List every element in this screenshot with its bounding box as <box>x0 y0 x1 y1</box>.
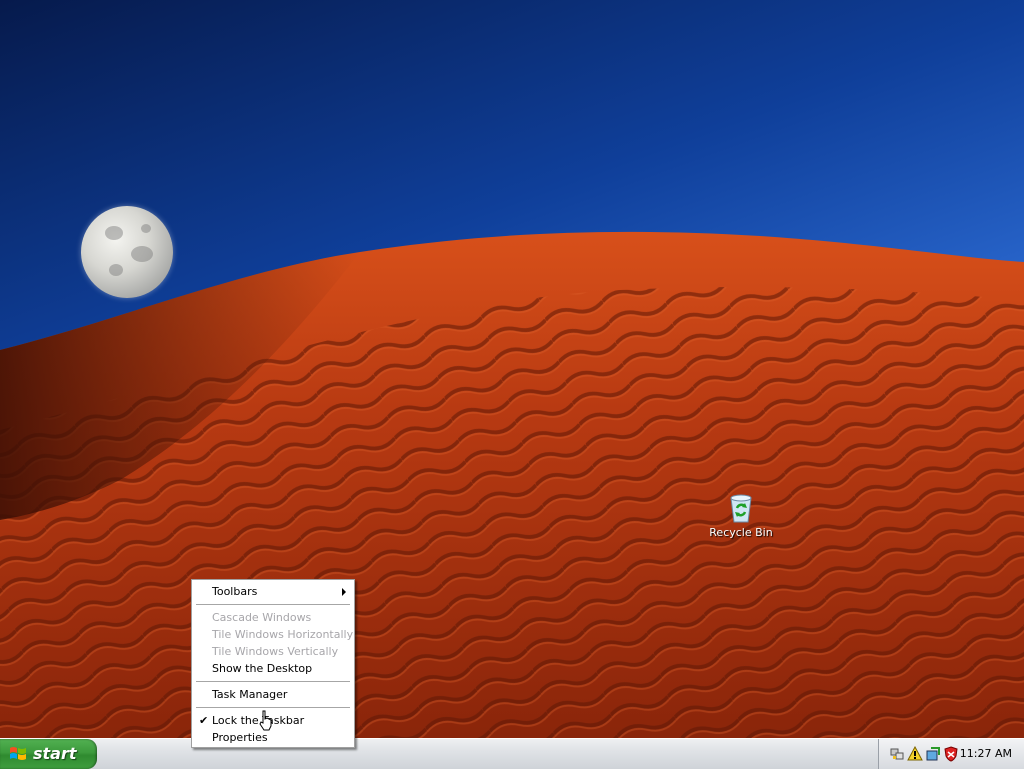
taskbar-context-menu: Toolbars Cascade Windows Tile Windows Ho… <box>191 579 355 748</box>
clock[interactable]: 11:27 AM <box>960 747 1012 760</box>
menu-item-label: Show the Desktop <box>212 662 313 675</box>
checkmark-icon: ✔ <box>199 714 209 727</box>
start-button[interactable]: start <box>0 739 97 769</box>
menu-separator <box>196 681 350 682</box>
updates-icon[interactable] <box>925 746 941 762</box>
wallpaper <box>0 231 1024 738</box>
shield-icon[interactable] <box>943 746 959 762</box>
desktop[interactable]: Recycle Bin <box>0 0 1024 738</box>
menu-item-label: Tile Windows Horizontally <box>212 628 354 641</box>
mouse-cursor-icon <box>259 710 272 731</box>
security-alert-icon[interactable] <box>907 746 923 762</box>
menu-item-task-manager[interactable]: Task Manager <box>194 686 352 703</box>
network-icon[interactable] <box>889 746 905 762</box>
menu-item-properties[interactable]: Properties <box>194 729 352 746</box>
menu-item-tile-vertically: Tile Windows Vertically <box>194 643 352 660</box>
system-tray: 11:27 AM <box>878 739 1024 769</box>
windows-logo-icon <box>10 747 26 760</box>
menu-item-label: Toolbars <box>212 585 258 598</box>
menu-item-toolbars[interactable]: Toolbars <box>194 583 352 600</box>
desktop-icon-recycle-bin[interactable]: Recycle Bin <box>706 492 776 539</box>
menu-item-show-desktop[interactable]: Show the Desktop <box>194 660 352 677</box>
menu-item-label: Tile Windows Vertically <box>212 645 339 658</box>
taskbar[interactable]: start 11:27 AM <box>0 738 1024 769</box>
submenu-arrow-icon <box>342 588 346 596</box>
menu-separator <box>196 707 350 708</box>
recycle-bin-icon <box>730 494 752 523</box>
menu-item-label: Task Manager <box>212 688 288 701</box>
menu-separator <box>196 604 350 605</box>
desktop-icon-label: Recycle Bin <box>709 526 773 539</box>
menu-item-cascade-windows: Cascade Windows <box>194 609 352 626</box>
menu-item-label: Cascade Windows <box>212 611 312 624</box>
menu-item-label: Properties <box>212 731 268 744</box>
menu-item-lock-taskbar[interactable]: ✔ Lock the Taskbar <box>194 712 352 729</box>
menu-item-tile-horizontally: Tile Windows Horizontally <box>194 626 354 643</box>
start-label: start <box>33 744 77 763</box>
moon <box>81 206 173 298</box>
